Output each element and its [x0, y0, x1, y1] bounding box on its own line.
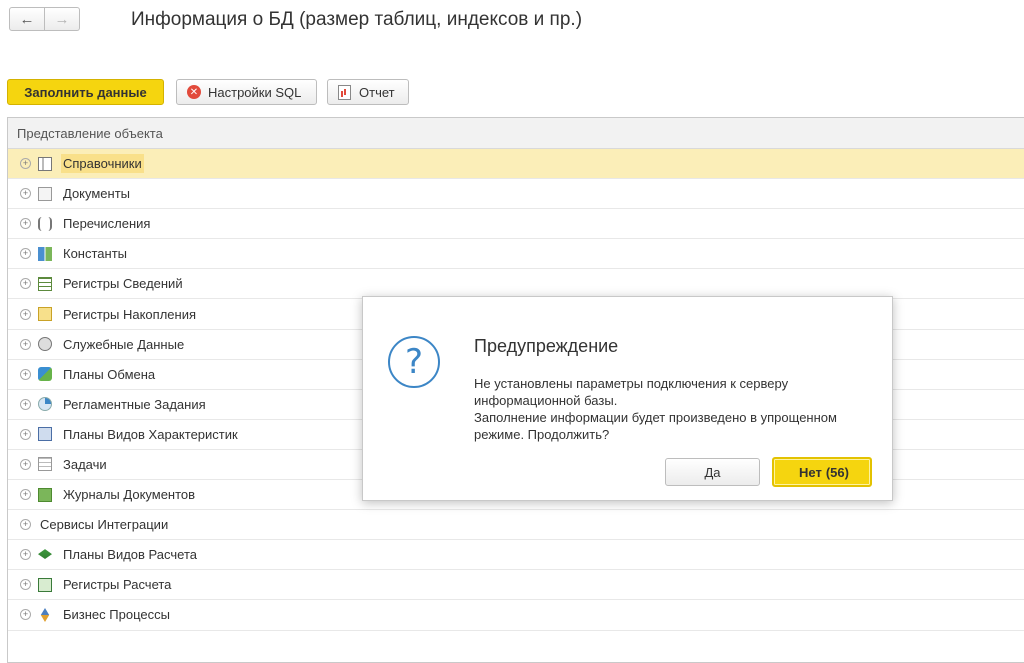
catalog-icon	[38, 156, 52, 171]
expand-icon[interactable]: +	[20, 549, 31, 561]
row-label: Регистры Сведений	[63, 276, 183, 292]
calculation-plan-icon	[38, 549, 52, 559]
warning-dialog: ? Предупреждение Не установлены параметр…	[362, 296, 893, 501]
dialog-title: Предупреждение	[474, 336, 619, 356]
scheduled-job-icon	[38, 397, 52, 412]
expand-icon[interactable]: +	[20, 398, 31, 410]
error-circle-icon: ✕	[187, 85, 201, 99]
no-label: Нет	[799, 464, 822, 480]
row-label: Задачи	[63, 456, 107, 472]
yes-button[interactable]: Да	[665, 458, 760, 486]
expand-icon[interactable]: +	[20, 609, 31, 621]
row-label: Регистры Расчета	[63, 577, 172, 593]
arrow-right-icon: →	[54, 10, 70, 28]
expand-icon[interactable]: +	[20, 248, 31, 260]
table-row[interactable]: + Константы	[8, 239, 1024, 270]
dialog-message-line: режиме. Продолжить?	[474, 427, 610, 442]
column-header[interactable]: Представление объекта	[8, 118, 1024, 149]
document-journal-icon	[38, 487, 52, 502]
table-row[interactable]: + Регистры Расчета	[8, 570, 1024, 601]
service-data-icon	[38, 337, 52, 352]
navigation-buttons: ← →	[9, 7, 80, 31]
dialog-message-line: Не установлены параметры подключения к с…	[474, 376, 789, 391]
question-icon: ?	[388, 336, 440, 388]
table-row[interactable]: + Бизнес Процессы	[8, 600, 1024, 631]
row-label: Планы Обмена	[63, 366, 156, 382]
calculation-register-icon	[38, 577, 52, 592]
forward-button[interactable]: →	[45, 7, 80, 31]
column-header-label: Представление объекта	[17, 125, 163, 141]
report-button[interactable]: Отчет	[327, 79, 409, 105]
no-button[interactable]: Нет (56)	[772, 457, 872, 487]
table-row[interactable]: + Планы Видов Расчета	[8, 540, 1024, 571]
yes-label: Да	[704, 464, 721, 480]
dialog-message-line: информационной базы.	[474, 393, 618, 408]
dialog-message-line: Заполнение информации будет произведено …	[474, 410, 837, 425]
expand-icon[interactable]: +	[20, 158, 31, 170]
expand-icon[interactable]: +	[20, 489, 31, 501]
expand-icon[interactable]: +	[20, 308, 31, 320]
enum-icon	[38, 216, 52, 231]
row-label: Регламентные Задания	[63, 396, 206, 412]
table-row[interactable]: + Сервисы Интеграции	[8, 510, 1024, 541]
row-label: Служебные Данные	[63, 336, 185, 352]
row-label: Сервисы Интеграции	[40, 517, 169, 533]
business-process-icon	[40, 607, 50, 622]
characteristic-plan-icon	[38, 427, 52, 442]
expand-icon[interactable]: +	[20, 458, 31, 470]
back-button[interactable]: ←	[9, 7, 45, 31]
row-label: Планы Видов Расчета	[63, 547, 197, 563]
row-label: Константы	[63, 246, 127, 262]
row-label: Справочники	[61, 154, 144, 174]
sql-settings-button[interactable]: ✕ Настройки SQL	[176, 79, 317, 105]
expand-icon[interactable]: +	[20, 188, 31, 200]
sql-settings-label: Настройки SQL	[208, 84, 302, 100]
fill-data-button[interactable]: Заполнить данные	[7, 79, 164, 105]
table-row[interactable]: + Справочники	[8, 149, 1024, 180]
expand-icon[interactable]: +	[20, 519, 31, 531]
fill-data-label: Заполнить данные	[24, 84, 147, 100]
no-countdown: (56)	[825, 464, 849, 480]
report-icon	[338, 84, 351, 100]
arrow-left-icon: ←	[19, 10, 35, 28]
row-label: Перечисления	[63, 216, 151, 232]
row-label: Регистры Накопления	[63, 306, 196, 322]
expand-icon[interactable]: +	[20, 278, 31, 290]
expand-icon[interactable]: +	[20, 428, 31, 440]
page-title: Информация о БД (размер таблиц, индексов…	[131, 9, 583, 30]
constants-icon	[38, 246, 52, 261]
table-row[interactable]: + Регистры Сведений	[8, 269, 1024, 300]
table-row[interactable]: + Документы	[8, 179, 1024, 210]
expand-icon[interactable]: +	[20, 579, 31, 591]
expand-icon[interactable]: +	[20, 338, 31, 350]
row-label: Журналы Документов	[63, 487, 196, 503]
table-row[interactable]: + Перечисления	[8, 209, 1024, 240]
exchange-plan-icon	[38, 367, 52, 382]
accumulation-register-icon	[38, 307, 52, 322]
row-label: Документы	[63, 186, 131, 202]
report-label: Отчет	[359, 84, 395, 100]
row-label: Планы Видов Характеристик	[63, 426, 238, 442]
info-register-icon	[38, 276, 52, 291]
task-icon	[38, 457, 52, 472]
dialog-message: Не установлены параметры подключения к с…	[474, 375, 854, 443]
document-icon	[38, 186, 52, 201]
expand-icon[interactable]: +	[20, 218, 31, 230]
row-label: Бизнес Процессы	[63, 607, 170, 623]
expand-icon[interactable]: +	[20, 368, 31, 380]
